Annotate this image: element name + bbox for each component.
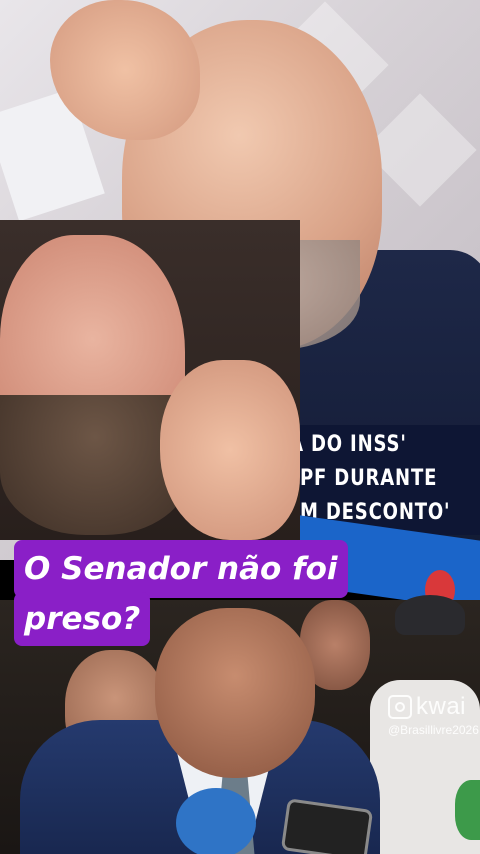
news-caption-line-2: PF DURANTE bbox=[300, 466, 438, 491]
video-frame: ILHO D ECA DO INSS' PF DURANTE M DESCONT… bbox=[0, 0, 480, 854]
subtitle-text-1: O Senador não foi bbox=[24, 550, 338, 587]
subtitle-line-2: preso? bbox=[14, 592, 151, 646]
subtitle-text-2: preso? bbox=[24, 600, 141, 637]
watermark-handle: @Brasillivre2026 bbox=[388, 723, 479, 737]
microphone bbox=[176, 788, 256, 854]
watermark-brand: kwai bbox=[416, 693, 467, 720]
green-sleeve bbox=[455, 780, 480, 840]
kwai-logo-icon bbox=[388, 695, 412, 719]
crowd-cap bbox=[395, 595, 465, 635]
senator-head bbox=[155, 608, 315, 778]
subtitle-line-1: O Senador não foi bbox=[14, 540, 348, 598]
commentator-hand-gesture bbox=[160, 360, 300, 540]
watermark: kwai bbox=[388, 693, 466, 721]
